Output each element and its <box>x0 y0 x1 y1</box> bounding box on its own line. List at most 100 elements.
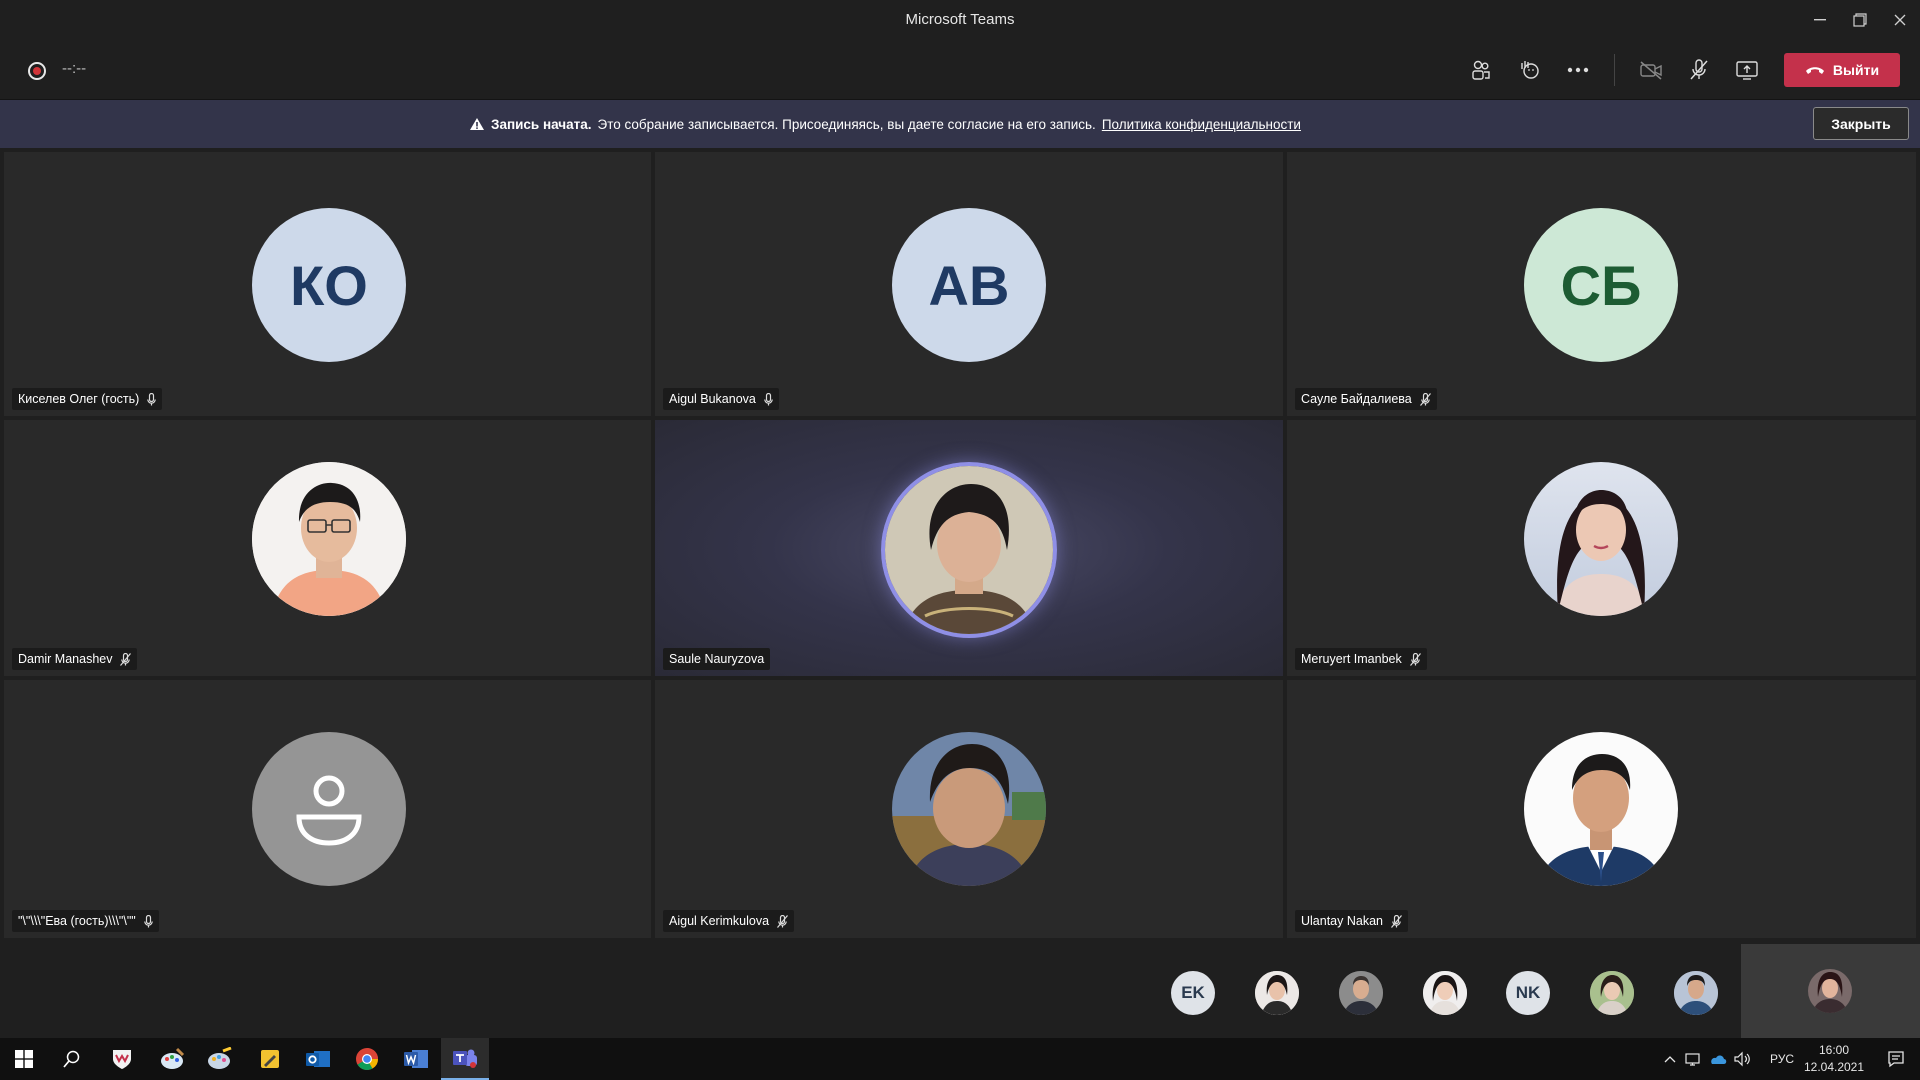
participant-name: Сауле Байдалиева <box>1301 392 1412 406</box>
participant-name-tag: Aigul Bukanova <box>663 388 779 410</box>
share-screen-button[interactable] <box>1727 50 1767 90</box>
cloud-icon <box>1711 1055 1727 1064</box>
participant-tile[interactable]: AB Aigul Bukanova <box>655 152 1283 416</box>
notifications-icon <box>1888 1051 1904 1068</box>
participant-tile[interactable]: КО Киселев Олег (гость) <box>4 152 651 416</box>
toolbar-divider <box>1614 54 1615 86</box>
more-icon <box>1567 67 1589 73</box>
participant-name: "\"\\\"Ева (гость)\\\"\"" <box>18 914 136 928</box>
participant-name-tag: Damir Manashev <box>12 648 138 670</box>
leave-label: Выйти <box>1832 62 1880 78</box>
taskbar-app-sticky[interactable] <box>246 1038 294 1080</box>
taskbar-app-paint3d[interactable] <box>196 1038 244 1080</box>
palette-app-icon <box>208 1047 232 1069</box>
taskbar-app-word[interactable] <box>392 1038 440 1080</box>
participant-name-tag: Ulantay Nakan <box>1295 910 1408 932</box>
word-icon <box>404 1050 428 1068</box>
participant-name-tag: Киселев Олег (гость) <box>12 388 163 410</box>
overflow-avatar[interactable] <box>1590 971 1634 1015</box>
overflow-avatar[interactable] <box>1674 971 1718 1015</box>
mic-off-icon <box>120 652 132 666</box>
participant-name-tag: "\"\\\"Ева (гость)\\\"\"" <box>12 910 159 932</box>
minimize-icon[interactable] <box>1800 0 1840 40</box>
outlook-icon <box>306 1051 330 1067</box>
mic-toggle-button[interactable] <box>1679 50 1719 90</box>
overflow-avatar[interactable] <box>1339 971 1383 1015</box>
start-button[interactable] <box>0 1038 48 1080</box>
participant-photo <box>881 462 1057 638</box>
chrome-icon <box>356 1048 378 1070</box>
participant-name: Meruyert Imanbek <box>1301 652 1402 666</box>
volume-button[interactable] <box>1730 1038 1754 1080</box>
mic-on-icon <box>147 392 157 406</box>
mic-on-icon <box>764 392 773 406</box>
overflow-avatar[interactable]: NK <box>1506 971 1550 1015</box>
participant-name-tag: Saule Nauryzova <box>663 648 771 670</box>
reactions-button[interactable] <box>1509 50 1549 90</box>
network-icon <box>1685 1053 1700 1066</box>
camera-toggle-button[interactable] <box>1631 50 1671 90</box>
taskbar-app-outlook[interactable] <box>294 1038 342 1080</box>
paint-app-icon <box>161 1047 185 1069</box>
overflow-avatar[interactable]: EK <box>1171 971 1215 1015</box>
participant-tile[interactable]: Damir Manashev <box>4 420 651 676</box>
banner-bold-text: Запись начата. <box>491 116 592 132</box>
default-avatar <box>252 732 406 886</box>
participant-photo <box>1524 732 1678 886</box>
participant-name: Aigul Bukanova <box>669 392 756 406</box>
show-hidden-icons-button[interactable] <box>1660 1038 1680 1080</box>
search-icon <box>63 1050 80 1068</box>
network-button[interactable] <box>1682 1038 1706 1080</box>
mic-on-icon <box>143 914 153 928</box>
participant-tile[interactable]: "\"\\\"Ева (гость)\\\"\"" <box>4 680 651 938</box>
taskbar-app-teams[interactable] <box>441 1038 489 1080</box>
self-video-preview[interactable] <box>1741 944 1920 1038</box>
people-icon <box>1472 60 1490 80</box>
clock-date[interactable]: 12.04.2021 <box>1802 1060 1866 1074</box>
taskbar-app-chrome[interactable] <box>343 1038 391 1080</box>
input-language[interactable]: РУС <box>1770 1052 1794 1066</box>
participant-name: Ulantay Nakan <box>1301 914 1383 928</box>
taskbar-app-paint[interactable] <box>148 1038 196 1080</box>
participant-name: Saule Nauryzova <box>669 652 765 666</box>
pencil-app-icon <box>261 1050 279 1068</box>
title-bar: Microsoft Teams <box>0 0 1920 40</box>
speaker-icon <box>1734 1051 1750 1067</box>
privacy-policy-link[interactable]: Политика конфиденциальности <box>1102 117 1301 132</box>
mic-off-icon <box>1391 914 1402 928</box>
search-button[interactable] <box>48 1038 96 1080</box>
overflow-avatar[interactable] <box>1423 971 1467 1015</box>
more-actions-button[interactable] <box>1558 50 1598 90</box>
overflow-avatar[interactable] <box>1255 971 1299 1015</box>
participant-tile[interactable]: Aigul Kerimkulova <box>655 680 1283 938</box>
participant-avatar: AB <box>892 208 1046 362</box>
participants-button[interactable] <box>1461 50 1501 90</box>
participant-name-tag: Сауле Байдалиева <box>1295 388 1437 410</box>
action-center-button[interactable] <box>1872 1038 1920 1080</box>
self-avatar <box>1808 969 1852 1013</box>
chevron-up-icon <box>1664 1056 1676 1063</box>
participant-name: Киселев Олег (гость) <box>18 392 140 406</box>
clock-time[interactable]: 16:00 <box>1806 1043 1862 1057</box>
participant-tile[interactable]: Ulantay Nakan <box>1287 680 1916 938</box>
windows-taskbar: РУС 16:00 12.04.2021 <box>0 1038 1920 1080</box>
mic-off-icon <box>777 914 789 928</box>
recording-banner: Запись начата. Это собрание записывается… <box>0 100 1920 148</box>
onedrive-button[interactable] <box>1706 1038 1730 1080</box>
close-window-icon[interactable] <box>1880 0 1920 40</box>
participant-name-tag: Meruyert Imanbek <box>1295 648 1427 670</box>
participant-tile[interactable]: Meruyert Imanbek <box>1287 420 1916 676</box>
taskbar-app-shield[interactable] <box>98 1038 146 1080</box>
hang-up-icon <box>1805 67 1824 74</box>
recording-icon <box>28 62 46 80</box>
leave-call-button[interactable]: Выйти <box>1784 53 1900 87</box>
window-title: Microsoft Teams <box>905 11 1015 28</box>
restore-icon[interactable] <box>1840 0 1880 40</box>
share-screen-icon <box>1736 61 1758 80</box>
windows-logo-icon <box>15 1050 33 1068</box>
participant-photo <box>1524 462 1678 616</box>
participant-tile-active-speaker[interactable]: Saule Nauryzova <box>655 420 1283 676</box>
banner-close-button[interactable]: Закрыть <box>1813 107 1909 140</box>
mic-off-icon <box>1419 392 1431 406</box>
participant-tile[interactable]: СБ Сауле Байдалиева <box>1287 152 1916 416</box>
